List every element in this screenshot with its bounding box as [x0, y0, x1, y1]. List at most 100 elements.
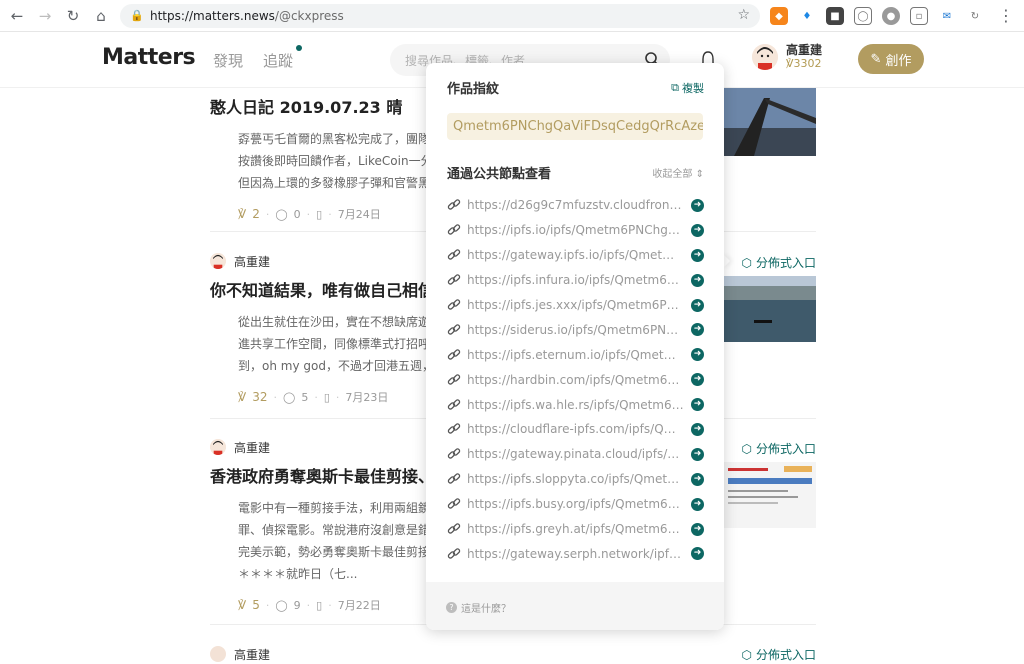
- logo[interactable]: Matters: [102, 45, 196, 70]
- arrow-right-icon[interactable]: ➜: [691, 497, 704, 511]
- link-icon: [447, 199, 461, 211]
- bookmark-icon[interactable]: ▯: [316, 208, 322, 221]
- gateway-row[interactable]: https://cloudflare-ipfs.com/ipfs/Qmetm6P…: [447, 417, 705, 442]
- gateway-row[interactable]: https://ipfs.busy.org/ipfs/Qmetm6PNChgQa…: [447, 492, 705, 517]
- arrow-right-icon[interactable]: ➜: [691, 323, 704, 337]
- arrow-right-icon[interactable]: ➜: [691, 447, 704, 461]
- comment-count: 9: [293, 598, 301, 612]
- gateway-row[interactable]: https://ipfs.sloppyta.co/ipfs/Qmetm6PNCh…: [447, 467, 705, 492]
- forward-icon[interactable]: →: [34, 5, 56, 27]
- help-link[interactable]: ? 這是什麼？: [446, 600, 511, 615]
- back-icon[interactable]: ←: [6, 5, 28, 27]
- collapse-all-button[interactable]: 收起全部 ⇕: [652, 165, 704, 180]
- fingerprint-hash[interactable]: Qmetm6PNChgQaViFDsqCedgQrRcAzeYUUGx1oA: [447, 113, 703, 140]
- article-thumbnail[interactable]: [724, 88, 816, 156]
- home-icon[interactable]: ⌂: [90, 5, 112, 27]
- likecoin-icon: ℣: [238, 207, 247, 221]
- gateway-url[interactable]: https://ipfs.greyh.at/ipfs/Qmetm6PNChgQa…: [467, 522, 685, 536]
- arrow-right-icon[interactable]: ➜: [691, 522, 704, 536]
- author-name: 高重建: [234, 440, 271, 455]
- comment-icon[interactable]: ◯: [275, 208, 287, 221]
- distributed-entry-button[interactable]: ⬡ 分佈式入口: [742, 440, 817, 457]
- gateway-row[interactable]: https://gateway.serph.network/ipfs/Qmetm…: [447, 541, 705, 566]
- sync-icon[interactable]: ↻: [966, 7, 984, 25]
- bookmark-star-icon[interactable]: ☆: [737, 7, 750, 23]
- distributed-entry-button[interactable]: ⬡ 分佈式入口: [742, 646, 817, 663]
- gateway-row[interactable]: https://ipfs.greyh.at/ipfs/Qmetm6PNChgQa…: [447, 517, 705, 542]
- link-icon: [447, 224, 461, 236]
- chat-icon[interactable]: ▫: [910, 7, 928, 25]
- write-button[interactable]: ✎ 創作: [858, 44, 924, 74]
- top-nav: 發現 追蹤: [213, 45, 303, 71]
- nav-discover[interactable]: 發現: [213, 50, 243, 71]
- gateway-url[interactable]: https://ipfs.sloppyta.co/ipfs/Qmetm6PNCh…: [467, 472, 685, 486]
- mail-icon[interactable]: ✉: [938, 7, 956, 25]
- arrow-right-icon[interactable]: ➜: [691, 348, 704, 362]
- gateway-url[interactable]: https://gateway.serph.network/ipfs/Qmetm…: [467, 547, 685, 561]
- author-name: 高重建: [234, 254, 271, 269]
- gateway-url[interactable]: https://cloudflare-ipfs.com/ipfs/Qmetm6P…: [467, 422, 685, 436]
- gateway-row[interactable]: https://ipfs.io/ipfs/Qmetm6PNChgQaViFDsq…: [447, 218, 705, 243]
- arrow-right-icon[interactable]: ➜: [691, 198, 704, 212]
- arrow-right-icon[interactable]: ➜: [691, 472, 704, 486]
- arrow-right-icon[interactable]: ➜: [691, 248, 704, 262]
- gateway-row[interactable]: https://ipfs.eternum.io/ipfs/Qmetm6PNChg…: [447, 342, 705, 367]
- copy-button[interactable]: ⧉ 複製: [671, 80, 704, 96]
- browser-menu-icon[interactable]: ⋮: [998, 6, 1014, 25]
- gateway-url[interactable]: https://ipfs.busy.org/ipfs/Qmetm6PNChgQa…: [467, 497, 685, 511]
- gateway-url[interactable]: https://d26g9c7mfuzstv.cloudfront.net/ip…: [467, 198, 685, 212]
- comment-count: 5: [301, 390, 309, 404]
- arrow-right-icon[interactable]: ➜: [691, 547, 704, 561]
- arrow-right-icon[interactable]: ➜: [691, 398, 704, 412]
- gateway-row[interactable]: https://siderus.io/ipfs/Qmetm6PNChgQaViF…: [447, 317, 705, 342]
- gateway-url[interactable]: https://gateway.ipfs.io/ipfs/Qmetm6PNChg…: [467, 248, 685, 262]
- user-menu[interactable]: 高重建 ℣3302: [752, 43, 822, 71]
- arrow-right-icon[interactable]: ➜: [691, 373, 704, 387]
- comment-icon[interactable]: ◯: [275, 599, 287, 612]
- metamask-icon[interactable]: ◆: [770, 7, 788, 25]
- bookmark-icon[interactable]: ▯: [316, 599, 322, 612]
- gateway-url[interactable]: https://siderus.io/ipfs/Qmetm6PNChgQaViF…: [467, 323, 685, 337]
- distro-label: 分佈式入口: [755, 256, 816, 270]
- arrow-right-icon[interactable]: ➜: [691, 422, 704, 436]
- gateway-url[interactable]: https://ipfs.infura.io/ipfs/Qmetm6PNChgQ…: [467, 273, 685, 287]
- nav-follow[interactable]: 追蹤: [263, 45, 303, 71]
- gateway-row[interactable]: https://gateway.pinata.cloud/ipfs/Qmetm6…: [447, 442, 705, 467]
- link-icon: [447, 498, 461, 509]
- gateway-url[interactable]: https://hardbin.com/ipfs/Qmetm6PNChgQaVi…: [467, 373, 685, 387]
- gateway-row[interactable]: https://d26g9c7mfuzstv.cloudfront.net/ip…: [447, 193, 705, 218]
- likecoin-icon: ℣: [238, 390, 247, 404]
- notification-dot: [296, 45, 303, 51]
- gateway-row[interactable]: https://hardbin.com/ipfs/Qmetm6PNChgQaVi…: [447, 367, 705, 392]
- write-label: 創作: [885, 53, 912, 69]
- article-thumbnail[interactable]: [724, 276, 816, 342]
- extension-icon[interactable]: ■: [826, 7, 844, 25]
- distributed-entry-button[interactable]: ⬡ 分佈式入口: [742, 254, 817, 271]
- article-author[interactable]: 高重建: [210, 644, 816, 664]
- arrow-right-icon[interactable]: ➜: [691, 273, 704, 287]
- gateway-url[interactable]: https://gateway.pinata.cloud/ipfs/Qmetm6…: [467, 447, 685, 461]
- gateway-url[interactable]: https://ipfs.jes.xxx/ipfs/Qmetm6PNChgQaV…: [467, 298, 685, 312]
- gateway-url[interactable]: https://ipfs.io/ipfs/Qmetm6PNChgQaViFDsq…: [467, 223, 685, 237]
- shield-icon[interactable]: ◯: [854, 7, 872, 25]
- help-icon: ?: [446, 602, 457, 613]
- gateway-url[interactable]: https://ipfs.wa.hle.rs/ipfs/Qmetm6PNChgQ…: [467, 398, 685, 412]
- bookmark-icon[interactable]: ▯: [324, 391, 330, 404]
- article-thumbnail[interactable]: [724, 462, 816, 528]
- gateway-row[interactable]: https://ipfs.wa.hle.rs/ipfs/Qmetm6PNChgQ…: [447, 392, 705, 417]
- arrow-right-icon[interactable]: ➜: [691, 298, 704, 312]
- gateway-row[interactable]: https://gateway.ipfs.io/ipfs/Qmetm6PNChg…: [447, 243, 705, 268]
- reload-icon[interactable]: ↻: [62, 5, 84, 27]
- gateway-url[interactable]: https://ipfs.eternum.io/ipfs/Qmetm6PNChg…: [467, 348, 685, 362]
- link-icon: [447, 324, 461, 335]
- article-card[interactable]: 高重建: [210, 644, 816, 664]
- gateway-row[interactable]: https://ipfs.jes.xxx/ipfs/Qmetm6PNChgQaV…: [447, 293, 705, 318]
- arrow-right-icon[interactable]: ➜: [691, 223, 704, 237]
- extensions-bar: ◆ ♦ ■ ◯ ● ▫ ✉ ↻: [770, 7, 984, 25]
- gateway-row[interactable]: https://ipfs.infura.io/ipfs/Qmetm6PNChgQ…: [447, 268, 705, 293]
- address-bar[interactable]: 🔒 https://matters.news/@ckxpress ☆: [120, 4, 760, 28]
- extension-circle-icon[interactable]: ●: [882, 7, 900, 25]
- gateway-list: https://d26g9c7mfuzstv.cloudfront.net/ip…: [447, 193, 705, 566]
- ethereum-icon[interactable]: ♦: [798, 7, 816, 25]
- comment-icon[interactable]: ◯: [283, 391, 295, 404]
